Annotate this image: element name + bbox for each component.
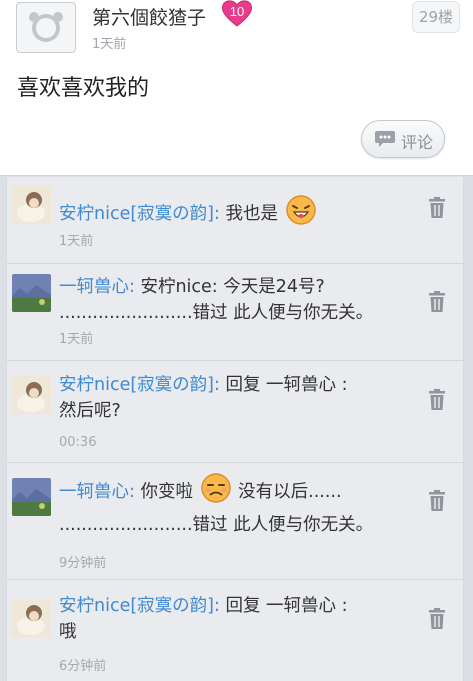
- avatar-image: [12, 274, 51, 312]
- floor-badge: 29楼: [412, 1, 460, 33]
- level-badge: 10: [220, 0, 254, 28]
- avatar-image: [12, 599, 51, 637]
- post-time: 1天前: [92, 37, 127, 52]
- trash-icon[interactable]: [427, 608, 447, 630]
- reply-text: 一轲兽心: 安柠nice: 今天是24号? ..................…: [59, 274, 419, 326]
- author-name[interactable]: 第六個餃猹子: [92, 3, 206, 30]
- reply-message-line2: ........................错过 此人便与你无关。: [59, 303, 374, 323]
- trash-icon[interactable]: [427, 291, 447, 313]
- default-avatar-icon: [29, 11, 63, 42]
- trash-icon[interactable]: [427, 490, 447, 512]
- avatar[interactable]: [12, 274, 51, 312]
- reply-time: 1天前: [59, 234, 94, 249]
- reply-message: 你变啦: [134, 482, 193, 502]
- reply-message-line2: 然后呢?: [59, 401, 121, 421]
- reply-message: 回复 一轲兽心 :: [219, 596, 348, 616]
- reply-author[interactable]: 安柠nice[寂寞の韵]:: [59, 204, 220, 224]
- reply-message-line2: ........................错过 此人便与你无关。: [59, 515, 374, 535]
- reply-time: 00:36: [59, 435, 97, 450]
- reply-message-line2: 哦: [59, 622, 77, 642]
- trash-icon[interactable]: [427, 197, 447, 219]
- avatar[interactable]: [12, 376, 51, 414]
- speech-bubble-icon: [375, 131, 395, 147]
- level-number: 10: [229, 4, 245, 19]
- reply-author[interactable]: 安柠nice[寂寞の韵]:: [59, 596, 220, 616]
- list-item: 一轲兽心: 你变啦 没有以后...... ...................…: [7, 463, 463, 580]
- avatar[interactable]: [16, 2, 76, 53]
- reply-time: 1天前: [59, 332, 94, 347]
- reply-text: 安柠nice[寂寞の韵]: 我也是: [59, 194, 409, 234]
- comment-button[interactable]: 评论: [361, 120, 445, 158]
- avatar-image: [12, 376, 51, 414]
- grinning-emoji-icon: [284, 194, 318, 234]
- avatar[interactable]: [12, 599, 51, 637]
- avatar-image: [12, 186, 51, 224]
- list-item: 安柠nice[寂寞の韵]: 回复 一轲兽心 : 然后呢? 00:36: [7, 361, 463, 463]
- comment-button-label: 评论: [401, 133, 434, 152]
- reply-author[interactable]: 一轲兽心:: [59, 482, 135, 502]
- trash-icon[interactable]: [427, 389, 447, 411]
- page-edge: [464, 177, 473, 681]
- reply-text: 安柠nice[寂寞の韵]: 回复 一轲兽心 : 哦: [59, 593, 409, 645]
- post-content: 喜欢喜欢我的: [17, 76, 150, 101]
- reply-list: 安柠nice[寂寞の韵]: 我也是 1天前 一轲兽心: 安柠nice: 今天是2…: [6, 177, 464, 681]
- reply-time: 9分钟前: [59, 556, 107, 571]
- list-item: 安柠nice[寂寞の韵]: 我也是 1天前: [7, 177, 463, 264]
- reply-message: 回复 一轲兽心 :: [219, 375, 348, 395]
- reply-message-cont: 没有以后......: [232, 482, 342, 502]
- reply-author[interactable]: 安柠nice[寂寞の韵]:: [59, 375, 220, 395]
- post-card: 第六個餃猹子 10 1天前 29楼 喜欢喜欢我的 评论: [0, 0, 473, 176]
- reply-message: 安柠nice: 今天是24号?: [134, 277, 325, 297]
- avatar[interactable]: [12, 478, 51, 516]
- list-item: 安柠nice[寂寞の韵]: 回复 一轲兽心 : 哦 6分钟前: [7, 580, 463, 681]
- avatar[interactable]: [12, 186, 51, 224]
- reply-author[interactable]: 一轲兽心:: [59, 277, 135, 297]
- reply-text: 一轲兽心: 你变啦 没有以后...... ...................…: [59, 472, 419, 538]
- reply-message: 我也是: [219, 204, 278, 224]
- list-item: 一轲兽心: 安柠nice: 今天是24号? ..................…: [7, 264, 463, 361]
- avatar-image: [12, 478, 51, 516]
- frowning-emoji-icon: [199, 472, 233, 512]
- reply-time: 6分钟前: [59, 659, 107, 674]
- reply-text: 安柠nice[寂寞の韵]: 回复 一轲兽心 : 然后呢?: [59, 372, 409, 424]
